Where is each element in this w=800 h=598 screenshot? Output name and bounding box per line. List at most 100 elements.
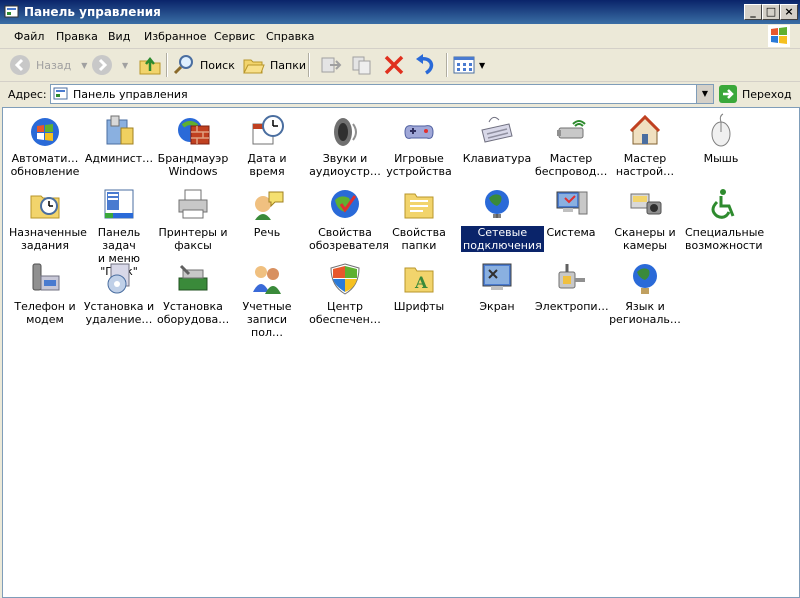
control-panel-item[interactable]: Речь — [231, 186, 303, 239]
maximize-button[interactable]: □ — [762, 4, 780, 20]
taskbar-icon — [104, 189, 134, 219]
control-panel-item-label: Дата и время — [247, 152, 287, 178]
control-panel-item-label: Мастер настрой… — [615, 152, 675, 178]
internet-options-icon — [331, 190, 359, 218]
control-panel-item[interactable]: Экран — [461, 260, 533, 313]
control-panel-item[interactable]: Брандмауэр Windows — [157, 112, 229, 178]
minimize-button[interactable]: _ — [744, 4, 762, 20]
control-panel-item-label: Назначенные задания — [9, 226, 87, 252]
control-panel-item[interactable]: Назначенные задания — [9, 186, 87, 252]
go-arrow-icon — [719, 85, 737, 103]
move-to-icon — [321, 57, 342, 73]
control-panel-item[interactable]: Админист… — [83, 112, 155, 165]
control-panel-item-label: Шрифты — [393, 300, 445, 313]
control-panel-item[interactable]: Принтеры и факсы — [157, 186, 229, 252]
control-panel-item-label: Система — [546, 226, 596, 239]
control-panel-item[interactable]: Звуки и аудиоустр… — [309, 112, 381, 178]
menu-tools[interactable]: Сервис — [214, 30, 255, 43]
search-button[interactable]: Поиск — [172, 52, 235, 78]
language-icon — [633, 264, 657, 294]
folders-button[interactable]: Папки — [242, 52, 306, 78]
control-panel-item-label: Мышь — [703, 152, 739, 165]
control-panel-item-label: Установка оборудова… — [157, 300, 230, 326]
control-panel-item-label: Клавиатура — [462, 152, 532, 165]
toolbar-separator — [308, 53, 310, 77]
go-button[interactable]: Переход — [718, 84, 792, 104]
control-panel-item-label: Сканеры и камеры — [614, 226, 676, 252]
address-input[interactable]: Панель управления ▼ — [50, 84, 714, 104]
add-remove-icon — [107, 263, 130, 294]
control-panel-item[interactable]: Автомати… обновление — [9, 112, 81, 178]
control-panel-item[interactable]: A Шрифты — [383, 260, 455, 313]
add-hardware-icon — [178, 264, 208, 291]
control-panel-item[interactable]: Установка оборудова… — [157, 260, 229, 326]
control-panel-item[interactable]: Система — [535, 186, 607, 239]
menu-file[interactable]: Файл — [14, 30, 44, 43]
control-panel-item[interactable]: Мышь — [685, 112, 757, 165]
control-panel-item[interactable]: Специальные возможности — [685, 186, 764, 252]
control-panel-item[interactable]: Мастер настрой… — [609, 112, 681, 178]
folder-up-icon — [139, 56, 161, 75]
menu-edit[interactable]: Правка — [56, 30, 98, 43]
copy-to-button[interactable] — [350, 52, 374, 78]
control-panel-item-label: Сетевые подключения — [461, 226, 544, 252]
control-panel-item[interactable]: Клавиатура — [461, 112, 533, 165]
control-panel-item-label: Речь — [253, 226, 281, 239]
address-dropdown-icon[interactable]: ▼ — [696, 85, 713, 103]
up-button[interactable] — [138, 52, 162, 78]
scheduled-tasks-icon — [30, 195, 60, 219]
control-panel-item-label: Админист… — [84, 152, 154, 165]
control-panel-icon — [4, 5, 19, 18]
control-panel-item[interactable]: Установка и удаление… — [83, 260, 155, 326]
views-dropdown-icon: ▼ — [479, 60, 486, 70]
toolbar-separator — [446, 53, 448, 77]
control-panel-item[interactable]: Мастер беспровод… — [535, 112, 607, 178]
control-panel-icon — [53, 87, 68, 100]
control-panel-item[interactable]: Свойства папки — [383, 186, 455, 252]
accessibility-icon — [711, 189, 735, 219]
folders-icon — [243, 59, 265, 74]
forward-button[interactable]: ▼ — [90, 52, 128, 78]
control-panel-item-label: Автомати… обновление — [10, 152, 80, 178]
back-button[interactable]: Назад ▼ — [8, 52, 87, 78]
control-panel-item-label: Игровые устройства — [386, 152, 452, 178]
fonts-icon: A — [404, 267, 434, 293]
undo-button[interactable] — [414, 52, 438, 78]
wireless-icon — [557, 120, 586, 139]
control-panel-item[interactable]: Дата и время — [231, 112, 303, 178]
control-panel-item[interactable]: Язык и региональ… — [609, 260, 681, 326]
system-icon — [556, 191, 588, 215]
control-panel-item-label: Язык и региональ… — [609, 300, 681, 326]
move-to-button[interactable] — [318, 52, 342, 78]
control-panel-item[interactable]: Электропи… — [535, 260, 609, 313]
control-panel-item[interactable]: Сканеры и камеры — [609, 186, 681, 252]
home-network-icon — [629, 114, 661, 145]
control-panel-window: Панель управления _ □ × Файл Правка Вид … — [0, 0, 800, 598]
search-icon — [173, 55, 193, 75]
close-button[interactable]: × — [780, 4, 798, 20]
delete-button[interactable] — [382, 52, 406, 78]
control-panel-item[interactable]: Игровые устройства — [383, 112, 455, 178]
control-panel-item-label: Установка и удаление… — [83, 300, 155, 326]
control-panel-item[interactable]: Сетевые подключения — [461, 186, 544, 252]
back-arrow-icon — [10, 55, 30, 75]
title-bar[interactable]: Панель управления _ □ × — [0, 0, 800, 24]
control-panel-item[interactable]: Свойства обозревателя — [309, 186, 389, 252]
views-button[interactable]: ▼ — [452, 52, 485, 78]
forward-dropdown-icon[interactable]: ▼ — [122, 61, 128, 70]
power-icon — [558, 264, 585, 289]
scanner-icon — [630, 193, 662, 215]
control-panel-item[interactable]: Учетные записи пол… — [231, 260, 303, 339]
delete-x-icon — [384, 55, 404, 75]
menu-favorites[interactable]: Избранное — [144, 30, 206, 43]
forward-arrow-icon — [92, 55, 112, 75]
network-connections-icon — [485, 190, 509, 218]
control-panel-item[interactable]: Телефон и модем — [9, 260, 81, 326]
printer-icon — [178, 189, 208, 219]
control-panel-items: Автомати… обновление Админист… Брандмауэр … — [2, 107, 800, 598]
address-bar: Адрес: Панель управления ▼ Переход — [0, 82, 800, 106]
menu-help[interactable]: Справка — [266, 30, 314, 43]
back-dropdown-icon[interactable]: ▼ — [81, 61, 87, 70]
control-panel-item[interactable]: Центр обеспечен… — [309, 260, 381, 326]
menu-view[interactable]: Вид — [108, 30, 130, 43]
